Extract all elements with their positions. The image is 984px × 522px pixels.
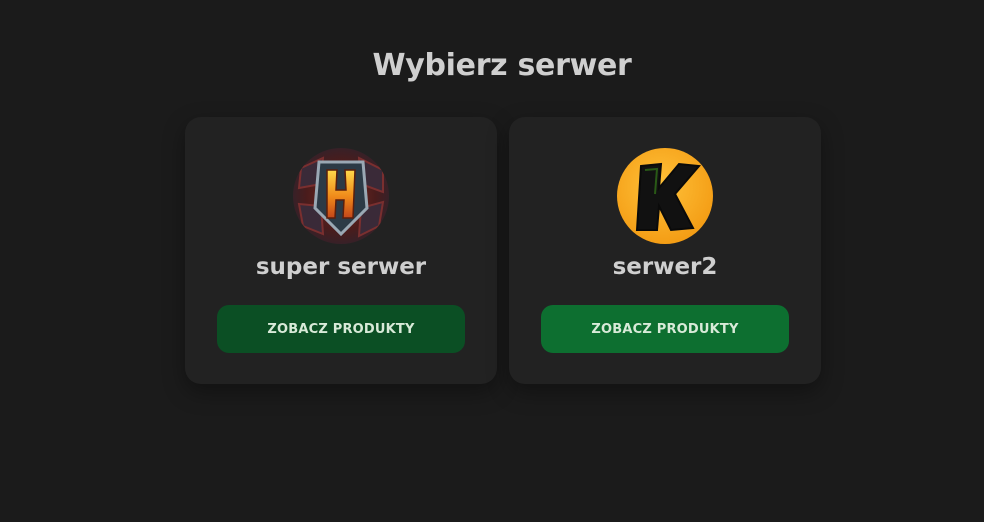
server-name: serwer2 — [612, 254, 718, 280]
k-emblem-icon — [617, 148, 713, 244]
view-products-button[interactable]: ZOBACZ PRODUKTY — [217, 305, 465, 353]
server-card: serwer2 ZOBACZ PRODUKTY — [509, 117, 821, 384]
h-emblem-icon — [293, 148, 389, 244]
server-select-page: Wybierz serwer super serwer ZOBACZ PRODU… — [0, 0, 984, 522]
server-card-list: super serwer ZOBACZ PRODUKTY serwer2 ZOB… — [185, 117, 821, 384]
view-products-button[interactable]: ZOBACZ PRODUKTY — [541, 305, 789, 353]
server-name: super serwer — [255, 254, 427, 280]
page-title: Wybierz serwer — [372, 48, 632, 83]
server-card: super serwer ZOBACZ PRODUKTY — [185, 117, 497, 384]
